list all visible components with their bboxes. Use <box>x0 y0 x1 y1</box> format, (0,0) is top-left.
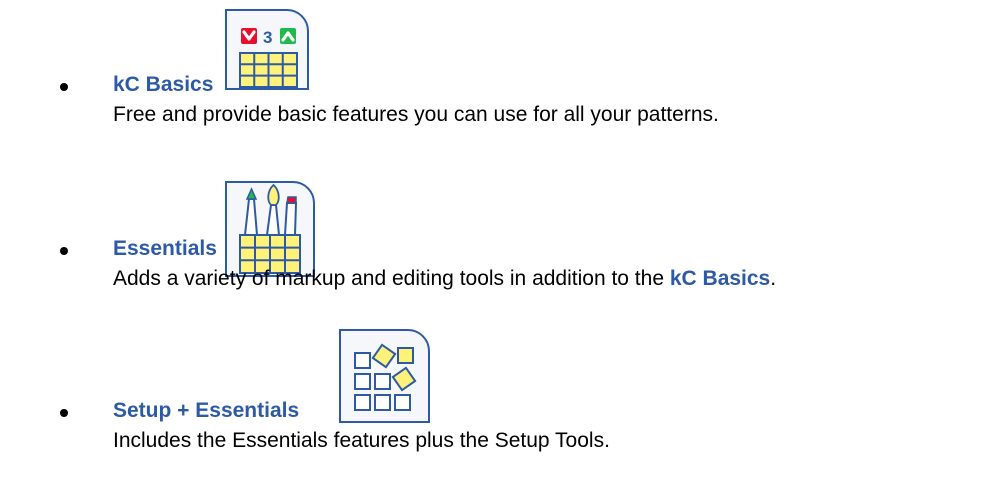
bullet <box>60 247 68 255</box>
list-item-kc-basics: 3 kC Basics Free and provide basic featu… <box>0 0 984 160</box>
kc-basics-link[interactable]: kC Basics <box>670 267 770 290</box>
item-title[interactable]: kC Basics <box>113 73 213 97</box>
item-title[interactable]: Setup + Essentials <box>113 399 299 423</box>
list-item-essentials: Essentials Adds a variety of markup and … <box>0 160 984 320</box>
counter-number: 3 <box>263 28 272 47</box>
item-title[interactable]: Essentials <box>113 237 217 261</box>
description-text: Adds a variety of markup and editing too… <box>113 267 670 290</box>
item-description: Includes the Essentials features plus th… <box>113 429 610 452</box>
list-item-setup-essentials: Setup + Essentials Includes the Essentia… <box>0 320 984 492</box>
essentials-brushes-grid-icon <box>225 181 315 277</box>
description-suffix: . <box>770 267 777 290</box>
kc-basics-grid-icon: 3 <box>225 9 309 90</box>
item-description: Adds a variety of markup and editing too… <box>113 267 776 291</box>
setup-squares-icon <box>339 329 430 423</box>
item-description: Free and provide basic features you can … <box>113 103 719 126</box>
bullet <box>60 409 68 417</box>
bullet <box>60 83 68 91</box>
